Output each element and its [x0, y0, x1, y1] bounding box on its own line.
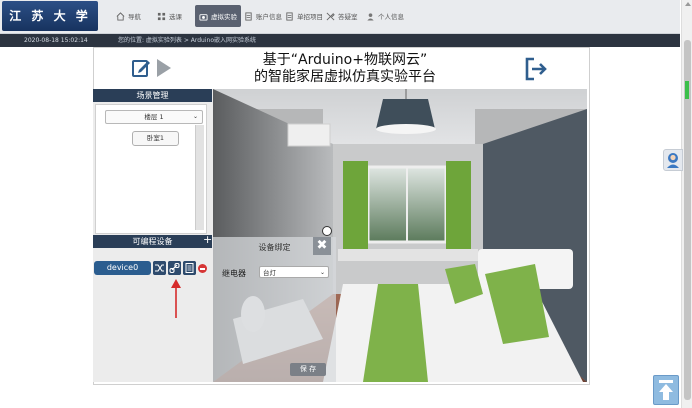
- nav-item-profile[interactable]: 个人信息: [362, 5, 408, 27]
- nav-label: 选课: [169, 13, 182, 21]
- play-icon[interactable]: [155, 58, 173, 78]
- nav-item-guide[interactable]: 导航: [112, 5, 145, 27]
- nav-label: 虚拟实验: [211, 13, 237, 21]
- floor-select-value: 楼层 1: [144, 113, 164, 121]
- code-editor-icon[interactable]: [183, 261, 196, 275]
- save-button[interactable]: 保 存: [290, 363, 326, 376]
- document-icon: [245, 11, 252, 21]
- grid-icon: [157, 12, 166, 20]
- close-icon[interactable]: ✖: [313, 237, 331, 255]
- link-icon[interactable]: [168, 261, 181, 275]
- nav-item-virtual-lab[interactable]: 虚拟实验: [195, 5, 241, 27]
- scene-list-scrollbar[interactable]: [195, 125, 204, 230]
- page-title: 基于“Arduino+物联网云” 的智能家居虚拟仿真实验平台: [200, 52, 490, 86]
- support-avatar-icon: [667, 153, 679, 168]
- nav-label: 账户信息: [256, 13, 282, 21]
- breadcrumb[interactable]: 您的位置: 虚拟实验列表 > Arduino嵌入网实验系统: [118, 34, 256, 47]
- room-bedroom-button[interactable]: 卧室1: [132, 131, 179, 146]
- floor-select[interactable]: 楼层 1 ⌄: [105, 110, 203, 124]
- scroll-up-arrow-icon[interactable]: [685, 2, 691, 6]
- pointer-arrow-icon: [171, 279, 181, 318]
- edit-icon[interactable]: [131, 58, 151, 78]
- relay-label: 继电器: [222, 269, 246, 278]
- user-icon: [367, 12, 374, 21]
- nav-item-course[interactable]: 选课: [153, 5, 186, 27]
- nav-item-account[interactable]: 账户信息: [240, 5, 286, 27]
- nav-label: 答疑室: [338, 13, 358, 21]
- device0-button[interactable]: device0: [94, 261, 151, 275]
- customer-service-widget[interactable]: [663, 149, 683, 171]
- arrow-up-icon: [659, 380, 673, 400]
- shuffle-icon[interactable]: [153, 261, 166, 275]
- title-line-1: 基于“Arduino+物联网云”: [262, 52, 428, 68]
- exit-icon[interactable]: [524, 57, 548, 81]
- relay-select-value: 台灯: [263, 269, 276, 277]
- status-bar: 2020-08-18 15:02:14 您的位置: 虚拟实验列表 > Ardui…: [0, 34, 680, 47]
- relay-select[interactable]: 台灯 ⌄: [259, 266, 329, 278]
- back-to-top-button[interactable]: [653, 375, 679, 405]
- title-line-2: 的智能家居虚拟仿真实验平台: [254, 69, 436, 85]
- programmable-device-header: 可编程设备: [93, 235, 212, 248]
- datetime-text: 2020-08-18 15:02:14: [24, 37, 88, 44]
- tools-icon: [326, 12, 335, 20]
- scroll-marker: [685, 81, 689, 99]
- nav-item-qa[interactable]: 答疑室: [322, 5, 362, 27]
- home-icon: [116, 11, 125, 21]
- document-icon: [286, 11, 293, 21]
- add-device-icon[interactable]: +: [203, 234, 212, 245]
- page-scrollbar[interactable]: [681, 0, 692, 408]
- delete-device-icon[interactable]: [198, 264, 207, 273]
- scene-management-header: 场景管理: [93, 89, 212, 102]
- university-logo[interactable]: 江 苏 大 学: [2, 1, 98, 31]
- nav-label: 导航: [128, 13, 141, 21]
- chevron-down-icon: ⌄: [192, 113, 198, 120]
- chevron-down-icon: ⌄: [319, 269, 325, 276]
- nav-label: 单招项目: [297, 13, 323, 21]
- camera-icon: [199, 13, 208, 21]
- device-binding-panel: [213, 237, 336, 382]
- nav-label: 个人信息: [378, 13, 404, 21]
- nav-item-project[interactable]: 单招项目: [281, 5, 327, 27]
- status-indicator-icon: [322, 226, 332, 236]
